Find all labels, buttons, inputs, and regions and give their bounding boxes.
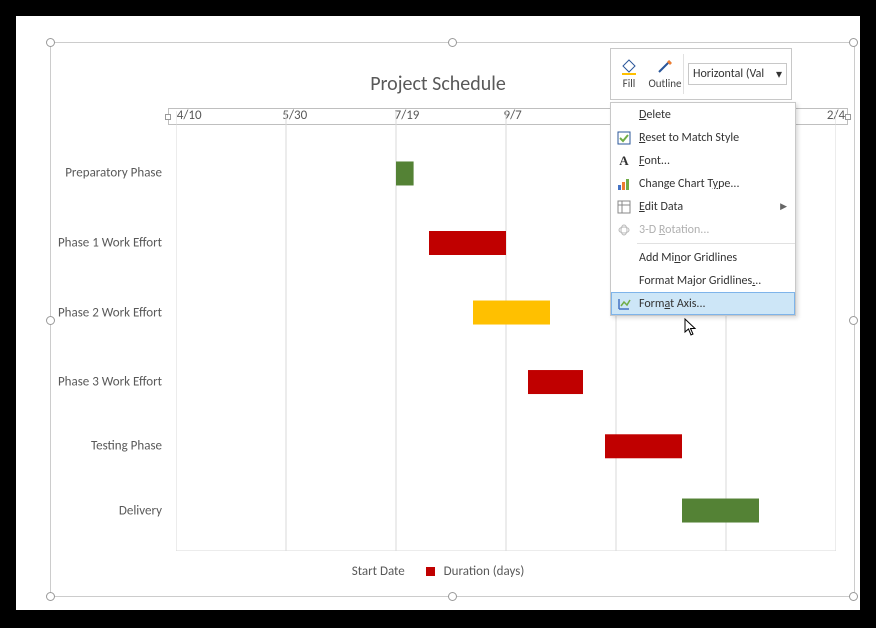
selection-handle[interactable] [448,38,457,47]
menu-item-label: Edit Data [639,200,683,214]
menu-item-label: Change Chart Type... [639,177,739,191]
rotation-icon [615,222,633,238]
legend-entry: Start Date [352,564,405,579]
menu-item-editData[interactable]: Edit Data ▶ [611,195,795,218]
formatAxis-icon [615,296,633,312]
selection-handle[interactable] [849,316,858,325]
outline-label: Outline [648,77,681,90]
chart-canvas: Project Schedule 4/10 5/30 7/19 9/7 10/2… [16,16,860,610]
menu-item-label: Add Minor Gridlines [639,251,737,265]
gantt-bar[interactable] [682,499,759,523]
selection-handle[interactable] [46,38,55,47]
y-label: Phase 1 Work Effort [58,236,162,251]
y-axis[interactable]: Preparatory Phase Phase 1 Work Effort Ph… [16,111,176,551]
fill-icon [620,58,638,76]
gantt-bar[interactable] [605,434,682,458]
editData-icon [615,199,633,215]
y-label: Testing Phase [91,439,162,454]
menu-item-label: Format Major Gridlines... [639,274,761,288]
menu-item-label: Font... [639,154,670,168]
selection-handle[interactable] [46,592,55,601]
gantt-bar[interactable] [429,231,506,255]
legend-swatch [426,567,435,576]
menu-item-label: 3-D Rotation... [639,223,709,237]
mini-toolbar: Fill Outline Horizontal (Val ▾ [610,48,792,100]
font-icon: A [615,153,633,169]
outline-icon [656,58,674,76]
menu-item-rotation: 3-D Rotation... [611,218,795,241]
menu-item-font[interactable]: A Font... [611,149,795,172]
menu-item-reset[interactable]: Reset to Match Style [611,126,795,149]
legend-entry: Duration (days) [444,564,525,579]
fill-button[interactable]: Fill [611,58,647,90]
reset-icon [615,130,633,146]
gantt-bar[interactable] [528,370,583,394]
submenu-indicator-icon: ▶ [780,201,787,212]
menu-item-formatMajor[interactable]: Format Major Gridlines... [611,269,795,292]
y-label: Delivery [119,503,162,518]
delete-icon [615,107,633,123]
y-label: Phase 2 Work Effort [58,305,162,320]
menu-item-formatAxis[interactable]: Format Axis... [611,292,795,315]
addMinor-icon [615,250,633,266]
toolbar-separator [683,54,684,94]
chevron-down-icon: ▾ [776,67,782,82]
outline-button[interactable]: Outline [647,58,683,90]
selection-handle[interactable] [448,592,457,601]
selection-handle[interactable] [849,38,858,47]
menu-item-label: Delete [639,108,671,122]
y-label: Preparatory Phase [65,166,162,181]
menu-item-addMinor[interactable]: Add Minor Gridlines [611,246,795,269]
combo-value: Horizontal (Val [693,67,764,81]
axis-selector-combo[interactable]: Horizontal (Val ▾ [688,63,787,85]
menu-item-label: Reset to Match Style [639,131,739,145]
selection-handle[interactable] [46,316,55,325]
gantt-bar[interactable] [473,301,550,325]
menu-item-label: Format Axis... [639,297,706,311]
legend[interactable]: Start Date Duration (days) [16,564,860,579]
formatMajor-icon [615,273,633,289]
y-label: Phase 3 Work Effort [58,375,162,390]
gantt-bar[interactable] [396,161,414,185]
menu-item-changeType[interactable]: Change Chart Type... [611,172,795,195]
fill-label: Fill [623,77,636,90]
changeType-icon [615,176,633,192]
context-menu: Delete Reset to Match Style A Font... Change… [610,102,796,316]
selection-handle[interactable] [849,592,858,601]
menu-item-delete[interactable]: Delete [611,103,795,126]
